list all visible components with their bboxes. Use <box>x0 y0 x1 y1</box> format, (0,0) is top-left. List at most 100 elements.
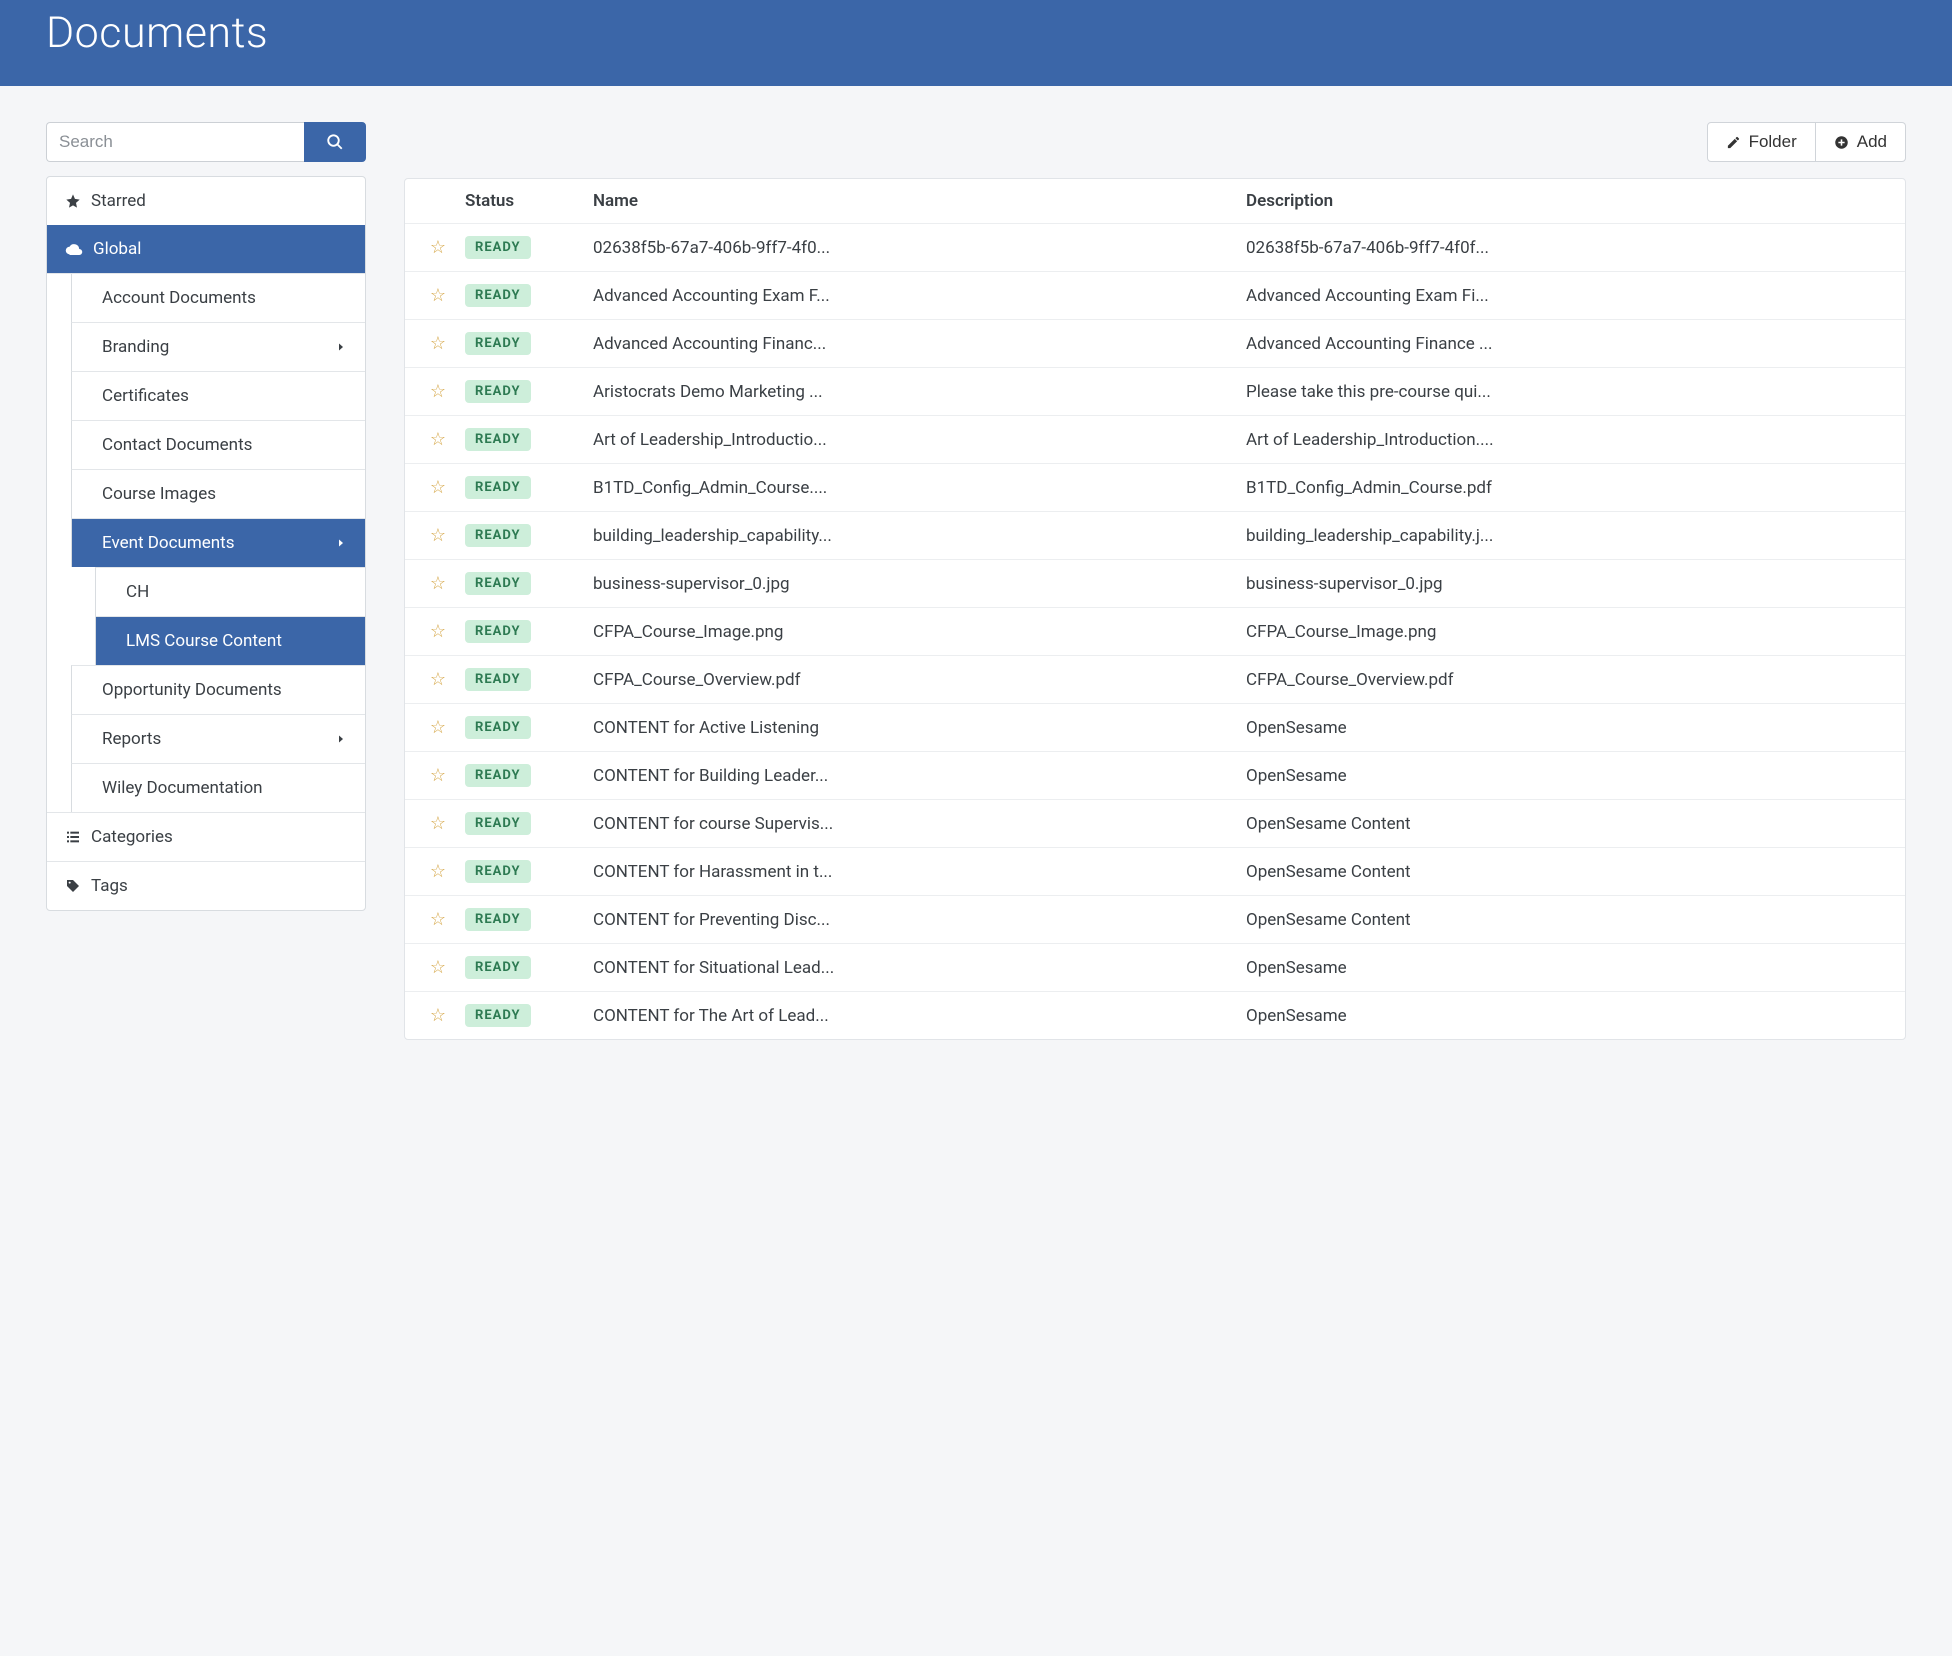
table-row[interactable]: ☆READYCONTENT for Harassment in t...Open… <box>405 848 1905 896</box>
sidebar-item[interactable]: Contact Documents <box>71 420 365 469</box>
doc-name: business-supervisor_0.jpg <box>593 574 1238 594</box>
table-row[interactable]: ☆READYAdvanced Accounting Exam F...Advan… <box>405 272 1905 320</box>
nav-global[interactable]: Global <box>47 225 365 273</box>
star-outline-icon[interactable]: ☆ <box>430 765 446 786</box>
col-name[interactable]: Name <box>593 191 1238 211</box>
table-row[interactable]: ☆ READY CONTENT for Building Leader... Open… <box>405 752 1905 800</box>
status-badge: READY <box>465 764 531 787</box>
status-badge: READY <box>465 332 531 355</box>
search-input[interactable] <box>46 122 304 162</box>
nav-tags[interactable]: Tags <box>47 861 365 910</box>
status-badge: READY <box>465 668 531 691</box>
star-outline-icon[interactable]: ☆ <box>430 237 446 258</box>
doc-description: business-supervisor_0.jpg <box>1246 574 1891 594</box>
star-outline-icon[interactable]: ☆ <box>430 429 446 450</box>
nav-label: Global <box>93 239 141 259</box>
main-panel: Folder Add Status Name Description ☆READ… <box>404 122 1906 1040</box>
table-row[interactable]: ☆READYCONTENT for The Art of Lead...Open… <box>405 992 1905 1039</box>
doc-name: Advanced Accounting Financ... <box>593 334 1238 354</box>
table-row[interactable]: ☆READYCONTENT for Situational Lead...Ope… <box>405 944 1905 992</box>
folder-button[interactable]: Folder <box>1707 122 1816 162</box>
sidebar-item[interactable]: Wiley Documentation <box>71 763 365 812</box>
table-row[interactable]: ☆READYCONTENT for Active ListeningOpenSe… <box>405 704 1905 752</box>
sidebar-item-label: Course Images <box>102 484 216 504</box>
table-row[interactable]: ☆READYCFPA_Course_Image.pngCFPA_Course_I… <box>405 608 1905 656</box>
doc-name: Advanced Accounting Exam F... <box>593 286 1238 306</box>
doc-name: Art of Leadership_Introductio... <box>593 430 1238 450</box>
star-outline-icon[interactable]: ☆ <box>430 957 446 978</box>
table-row[interactable]: ☆READYbusiness-supervisor_0.jpgbusiness-… <box>405 560 1905 608</box>
star-outline-icon[interactable]: ☆ <box>430 861 446 882</box>
table-row[interactable]: ☆READYCONTENT for Preventing Disc...Open… <box>405 896 1905 944</box>
nav-starred[interactable]: Starred <box>47 177 365 225</box>
doc-description: B1TD_Config_Admin_Course.pdf <box>1246 478 1891 498</box>
doc-description: building_leadership_capability.j... <box>1246 526 1891 546</box>
table-row[interactable]: ☆READYArt of Leadership_Introductio...Ar… <box>405 416 1905 464</box>
sidebar-item-label: CH <box>126 582 149 602</box>
nav-categories[interactable]: Categories <box>47 812 365 861</box>
star-outline-icon[interactable]: ☆ <box>430 813 446 834</box>
nav-label: Categories <box>91 827 173 847</box>
star-outline-icon[interactable]: ☆ <box>430 909 446 930</box>
star-outline-icon[interactable]: ☆ <box>430 669 446 690</box>
doc-name: Aristocrats Demo Marketing ... <box>593 382 1238 402</box>
status-badge: READY <box>465 524 531 547</box>
nav-label: Starred <box>91 191 146 211</box>
sidebar-item-label: Branding <box>102 337 169 357</box>
doc-description: OpenSesame <box>1246 766 1891 786</box>
search-icon <box>326 133 344 151</box>
star-outline-icon[interactable]: ☆ <box>430 621 446 642</box>
table-row[interactable]: ☆READYCFPA_Course_Overview.pdfCFPA_Cours… <box>405 656 1905 704</box>
pencil-icon <box>1726 135 1741 150</box>
table-row[interactable]: ☆READY02638f5b-67a7-406b-9ff7-4f0...0263… <box>405 224 1905 272</box>
star-outline-icon[interactable]: ☆ <box>430 573 446 594</box>
doc-description: OpenSesame <box>1246 1006 1891 1026</box>
status-badge: READY <box>465 380 531 403</box>
chevron-right-icon <box>335 341 347 353</box>
table-row[interactable]: ☆READYAristocrats Demo Marketing ...Plea… <box>405 368 1905 416</box>
star-outline-icon[interactable]: ☆ <box>430 285 446 306</box>
sidebar-item[interactable]: Opportunity Documents <box>71 665 365 714</box>
doc-description: CFPA_Course_Image.png <box>1246 622 1891 642</box>
sidebar-sub-item[interactable]: CH <box>95 567 365 616</box>
status-badge: READY <box>465 428 531 451</box>
star-outline-icon[interactable]: ☆ <box>430 333 446 354</box>
button-label: Folder <box>1749 132 1797 152</box>
doc-name: CFPA_Course_Image.png <box>593 622 1238 642</box>
sidebar-item[interactable]: Reports <box>71 714 365 763</box>
star-outline-icon[interactable]: ☆ <box>430 477 446 498</box>
table-row[interactable]: ☆READYAdvanced Accounting Financ...Advan… <box>405 320 1905 368</box>
sidebar-item[interactable]: Event Documents <box>71 518 365 567</box>
chevron-right-icon <box>335 733 347 745</box>
table-row[interactable]: ☆ READY CONTENT for course Supervis... Open… <box>405 800 1905 848</box>
sidebar-item[interactable]: Branding <box>71 322 365 371</box>
doc-name: 02638f5b-67a7-406b-9ff7-4f0... <box>593 238 1238 258</box>
sidebar-item-label: Contact Documents <box>102 435 252 455</box>
star-outline-icon[interactable]: ☆ <box>430 1005 446 1026</box>
col-status[interactable]: Status <box>465 191 585 211</box>
doc-name: CONTENT for Harassment in t... <box>593 862 1238 882</box>
doc-description: OpenSesame <box>1246 958 1891 978</box>
star-outline-icon[interactable]: ☆ <box>430 381 446 402</box>
table-row[interactable]: ☆READYB1TD_Config_Admin_Course....B1TD_C… <box>405 464 1905 512</box>
doc-name: CONTENT for course Supervis... <box>593 814 1238 834</box>
star-outline-icon[interactable]: ☆ <box>430 717 446 738</box>
sidebar-item[interactable]: Course Images <box>71 469 365 518</box>
status-badge: READY <box>465 956 531 979</box>
table-row[interactable]: ☆READYbuilding_leadership_capability...b… <box>405 512 1905 560</box>
col-description[interactable]: Description <box>1246 191 1891 211</box>
sidebar-item[interactable]: Certificates <box>71 371 365 420</box>
status-badge: READY <box>465 812 531 835</box>
status-badge: READY <box>465 908 531 931</box>
doc-description: OpenSesame Content <box>1246 814 1891 834</box>
sidebar-sub-item[interactable]: LMS Course Content <box>95 616 365 665</box>
add-button[interactable]: Add <box>1816 122 1906 162</box>
search-button[interactable] <box>304 122 366 162</box>
tag-icon <box>65 878 81 894</box>
status-badge: READY <box>465 236 531 259</box>
sidebar-item[interactable]: Account Documents <box>71 274 365 322</box>
star-outline-icon[interactable]: ☆ <box>430 525 446 546</box>
doc-description: OpenSesame <box>1246 718 1891 738</box>
chevron-right-icon <box>335 537 347 549</box>
doc-name: CONTENT for Building Leader... <box>593 766 1238 786</box>
